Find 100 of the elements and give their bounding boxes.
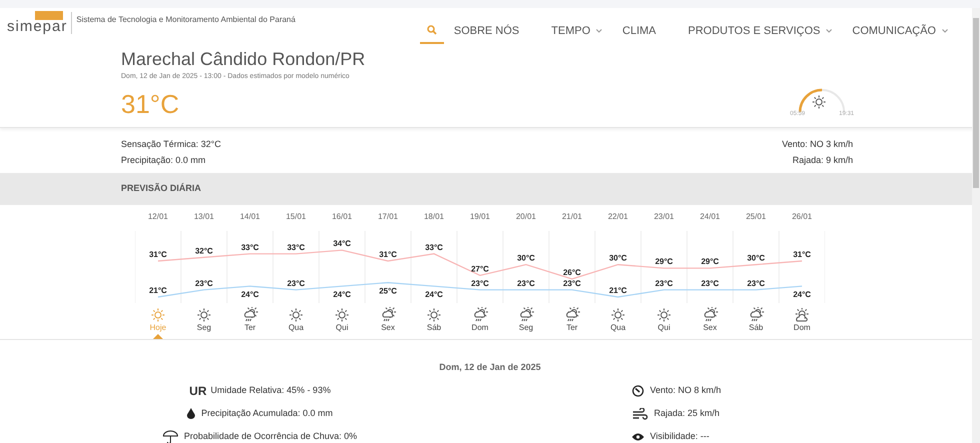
temperature-label: 21°C bbox=[609, 286, 627, 295]
date-label: 24/01 bbox=[700, 212, 720, 221]
nav-link[interactable]: COMUNICAÇÃO bbox=[852, 22, 936, 40]
sun-icon bbox=[197, 308, 211, 322]
temperature-label: 30°C bbox=[517, 254, 535, 263]
temperature-label: 33°C bbox=[425, 242, 443, 252]
day-tab[interactable]: Sáb bbox=[733, 307, 779, 337]
condition-text: Sensação Térmica: 32°C bbox=[121, 138, 221, 151]
sun-icon bbox=[812, 95, 826, 109]
temperature-label: 33°C bbox=[287, 242, 305, 252]
eye-icon bbox=[632, 432, 644, 440]
section-title: PREVISÃO DIÁRIA bbox=[121, 182, 202, 196]
temperature-label: 25°C bbox=[379, 286, 397, 296]
detail-text: Rajada: 25 km/h bbox=[654, 406, 720, 420]
day-tab[interactable]: Sex bbox=[687, 307, 733, 337]
day-tab[interactable]: Ter bbox=[227, 307, 273, 337]
temperature-label: 23°C bbox=[471, 278, 489, 288]
day-tab[interactable]: Qui bbox=[641, 307, 687, 337]
day-tab[interactable]: Seg bbox=[181, 307, 227, 337]
date-label: 14/01 bbox=[240, 212, 260, 221]
nav-link[interactable]: CLIMA bbox=[622, 22, 656, 40]
logo[interactable]: simepar bbox=[7, 11, 68, 34]
sun-icon bbox=[427, 308, 441, 322]
detail-text: Visibilidade: --- bbox=[650, 430, 710, 443]
date-label: 12/01 bbox=[148, 212, 168, 221]
detail-text: Umidade Relativa: 45% - 93% bbox=[210, 384, 331, 397]
sun-cloud-icon bbox=[794, 308, 810, 322]
day-tab[interactable]: Seg bbox=[503, 307, 549, 337]
wind-icon bbox=[632, 408, 648, 420]
humidity-label: UR bbox=[189, 382, 207, 400]
date-label: 13/01 bbox=[194, 212, 214, 221]
city-name: Marechal Cândido Rondon/PR bbox=[121, 48, 366, 70]
date-label: 18/01 bbox=[424, 212, 444, 221]
temperature-label: 23°C bbox=[517, 278, 535, 288]
day-tab[interactable]: Dom bbox=[457, 307, 503, 337]
umbrella-icon bbox=[162, 430, 178, 443]
sun-icon bbox=[657, 308, 671, 322]
date-label: 26/01 bbox=[792, 212, 812, 221]
compass-icon bbox=[632, 384, 644, 396]
temperature-label: 26°C bbox=[563, 268, 581, 277]
condition-text: Rajada: 9 km/h bbox=[792, 154, 853, 167]
temperature-label: 23°C bbox=[195, 278, 213, 288]
rain-cloud-icon bbox=[380, 307, 396, 322]
date-label: 17/01 bbox=[378, 212, 398, 221]
temperature-label: 32°C bbox=[195, 246, 213, 256]
sun-icon bbox=[611, 308, 625, 322]
tagline: Sistema de Tecnologia e Monitoramento Ambiental do Paraná bbox=[76, 14, 296, 26]
temperature-label: 24°C bbox=[793, 290, 811, 300]
temperature-label: 23°C bbox=[655, 278, 673, 288]
drop-icon bbox=[187, 408, 196, 419]
date-label: 20/01 bbox=[516, 212, 536, 221]
date-label: 25/01 bbox=[746, 212, 766, 221]
selected-caret bbox=[153, 334, 163, 339]
rain-cloud-icon bbox=[518, 307, 534, 322]
chevron-down-icon bbox=[826, 29, 832, 33]
rain-cloud-icon bbox=[702, 307, 718, 322]
temperature-label: 34°C bbox=[333, 239, 351, 248]
sun-icon bbox=[289, 308, 303, 322]
date-label: 19/01 bbox=[470, 212, 490, 221]
nav-link[interactable]: SOBRE NÓS bbox=[454, 22, 520, 40]
chevron-down-icon bbox=[942, 29, 948, 33]
rain-cloud-icon bbox=[472, 307, 488, 322]
temperature-label: 29°C bbox=[655, 257, 673, 266]
nav-link[interactable]: TEMPO bbox=[551, 22, 590, 40]
condition-text: Precipitação: 0.0 mm bbox=[121, 154, 207, 167]
date-label: 22/01 bbox=[608, 212, 628, 221]
day-tab[interactable]: Sex bbox=[365, 307, 411, 337]
detail-text: Probabilidade de Ocorrência de Chuva: 0% bbox=[184, 430, 358, 443]
detail-text: Vento: NO 8 km/h bbox=[650, 384, 722, 397]
day-tab[interactable]: Qua bbox=[273, 307, 319, 337]
temperature-label: 23°C bbox=[747, 278, 765, 288]
rain-cloud-icon bbox=[564, 307, 580, 322]
day-tab[interactable]: Dom bbox=[779, 307, 825, 337]
condition-text: Vento: NO 3 km/h bbox=[782, 138, 853, 151]
temperature-label: 24°C bbox=[241, 290, 259, 300]
detail-date: Dom, 12 de Jan de 2025 bbox=[439, 362, 541, 372]
temperature-label: 31°C bbox=[793, 250, 811, 259]
temperature-label: 31°C bbox=[149, 250, 167, 259]
day-tab[interactable]: Qua bbox=[595, 307, 641, 337]
temperature-label: 27°C bbox=[471, 264, 489, 274]
chevron-down-icon bbox=[596, 29, 602, 33]
temperature-label: 30°C bbox=[609, 254, 627, 263]
temperature-label: 23°C bbox=[287, 278, 305, 288]
current-temperature: 31°C bbox=[121, 88, 180, 118]
day-tab[interactable]: Qui bbox=[319, 307, 365, 337]
rain-cloud-icon bbox=[242, 307, 258, 322]
day-tab[interactable]: Ter bbox=[549, 307, 595, 337]
nav-link[interactable]: PRODUTOS E SERVIÇOS bbox=[688, 22, 820, 40]
detail-text: Precipitação Acumulada: 0.0 mm bbox=[201, 406, 333, 420]
date-label: 15/01 bbox=[286, 212, 306, 221]
temperature-label: 21°C bbox=[149, 286, 167, 295]
temperature-label: 30°C bbox=[747, 254, 765, 263]
day-tab[interactable]: Sáb bbox=[411, 307, 457, 337]
temperature-label: 33°C bbox=[241, 242, 259, 252]
rain-cloud-icon bbox=[748, 307, 764, 322]
search-icon bbox=[426, 25, 437, 35]
sun-icon bbox=[335, 308, 349, 322]
date-label: 16/01 bbox=[332, 212, 352, 221]
temperature-label: 29°C bbox=[701, 257, 719, 266]
date-label: 21/01 bbox=[562, 212, 582, 221]
